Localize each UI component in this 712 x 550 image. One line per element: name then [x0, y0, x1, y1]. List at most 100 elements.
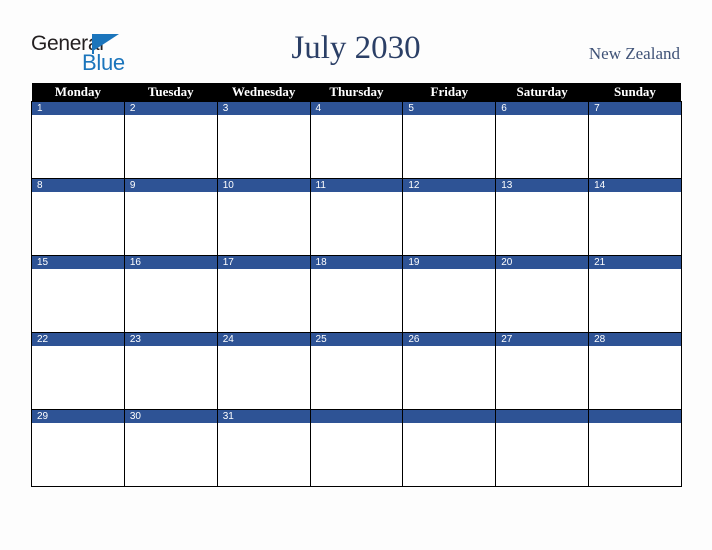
page-header: General Blue July 2030 New Zealand	[0, 0, 712, 83]
calendar-day-cell[interactable]	[495, 409, 590, 487]
day-number: 9	[124, 179, 217, 192]
day-number: 16	[124, 256, 217, 269]
day-events[interactable]	[403, 423, 496, 486]
day-events[interactable]	[589, 115, 681, 178]
day-events[interactable]	[124, 115, 217, 178]
day-events[interactable]	[589, 346, 681, 409]
day-events[interactable]	[589, 192, 681, 255]
day-events[interactable]	[217, 269, 310, 332]
calendar-day-cell[interactable]: 17	[216, 255, 311, 333]
calendar-day-cell[interactable]: 8	[31, 178, 125, 256]
day-events[interactable]	[124, 346, 217, 409]
day-events[interactable]	[32, 269, 124, 332]
weekday-header-thursday: Thursday	[310, 83, 403, 102]
weekday-header-saturday: Saturday	[495, 83, 589, 102]
day-number	[403, 410, 496, 423]
calendar-day-cell[interactable]: 11	[309, 178, 404, 256]
day-number: 18	[310, 256, 403, 269]
day-number: 27	[496, 333, 589, 346]
day-number: 14	[589, 179, 681, 192]
day-number: 21	[589, 256, 681, 269]
calendar-day-cell[interactable]	[309, 409, 404, 487]
day-events[interactable]	[403, 115, 496, 178]
day-number: 13	[496, 179, 589, 192]
calendar-week-row: 8 9 10 11 12 13 14	[31, 178, 682, 256]
day-events[interactable]	[496, 269, 589, 332]
day-number	[496, 410, 589, 423]
day-number: 22	[32, 333, 124, 346]
day-events[interactable]	[32, 423, 124, 486]
calendar-week-row: 22 23 24 25 26 27 28	[31, 332, 682, 410]
day-number: 6	[496, 102, 589, 115]
calendar-day-cell[interactable]	[402, 409, 497, 487]
calendar-day-cell[interactable]: 21	[588, 255, 682, 333]
calendar-day-cell[interactable]: 15	[31, 255, 125, 333]
calendar-day-cell[interactable]: 10	[216, 178, 311, 256]
calendar-day-cell[interactable]: 28	[588, 332, 682, 410]
day-events[interactable]	[310, 423, 403, 486]
day-events[interactable]	[403, 192, 496, 255]
calendar-day-cell[interactable]: 22	[31, 332, 125, 410]
day-number: 3	[217, 102, 310, 115]
calendar-day-cell[interactable]: 14	[588, 178, 682, 256]
calendar-day-cell[interactable]: 29	[31, 409, 125, 487]
calendar-day-cell[interactable]: 9	[123, 178, 218, 256]
day-number: 29	[32, 410, 124, 423]
day-events[interactable]	[217, 423, 310, 486]
day-events[interactable]	[496, 423, 589, 486]
calendar-day-cell[interactable]: 7	[588, 101, 682, 179]
calendar-body: 1 2 3 4 5 6 7 8 9 10 11 12 13 14 15 16 1…	[31, 101, 682, 487]
day-events[interactable]	[496, 346, 589, 409]
day-events[interactable]	[403, 346, 496, 409]
calendar-day-cell[interactable]: 13	[495, 178, 590, 256]
calendar-day-cell[interactable]: 18	[309, 255, 404, 333]
day-events[interactable]	[32, 346, 124, 409]
day-number: 4	[310, 102, 403, 115]
day-events[interactable]	[217, 115, 310, 178]
calendar-container: Monday Tuesday Wednesday Thursday Friday…	[31, 83, 682, 487]
calendar-day-cell[interactable]: 2	[123, 101, 218, 179]
day-events[interactable]	[124, 269, 217, 332]
day-events[interactable]	[124, 192, 217, 255]
day-number: 10	[217, 179, 310, 192]
calendar-day-cell[interactable]: 31	[216, 409, 311, 487]
day-events[interactable]	[217, 192, 310, 255]
calendar-day-cell[interactable]: 30	[123, 409, 218, 487]
day-events[interactable]	[589, 423, 681, 486]
day-events[interactable]	[310, 115, 403, 178]
calendar-day-cell[interactable]: 23	[123, 332, 218, 410]
calendar-day-cell[interactable]: 5	[402, 101, 497, 179]
day-events[interactable]	[310, 192, 403, 255]
day-number: 11	[310, 179, 403, 192]
day-events[interactable]	[403, 269, 496, 332]
calendar-day-cell[interactable]: 12	[402, 178, 497, 256]
calendar-week-row: 29 30 31	[31, 409, 682, 487]
calendar-table: Monday Tuesday Wednesday Thursday Friday…	[31, 83, 682, 487]
calendar-day-cell[interactable]: 16	[123, 255, 218, 333]
day-events[interactable]	[589, 269, 681, 332]
calendar-day-cell[interactable]: 26	[402, 332, 497, 410]
day-events[interactable]	[32, 115, 124, 178]
calendar-day-cell[interactable]: 25	[309, 332, 404, 410]
calendar-day-cell[interactable]	[588, 409, 682, 487]
day-events[interactable]	[310, 346, 403, 409]
day-number: 31	[217, 410, 310, 423]
calendar-day-cell[interactable]: 20	[495, 255, 590, 333]
calendar-day-cell[interactable]: 19	[402, 255, 497, 333]
calendar-day-cell[interactable]: 4	[309, 101, 404, 179]
day-events[interactable]	[496, 192, 589, 255]
day-events[interactable]	[310, 269, 403, 332]
day-events[interactable]	[496, 115, 589, 178]
weekday-header-monday: Monday	[31, 83, 125, 102]
day-number: 26	[403, 333, 496, 346]
calendar-day-cell[interactable]: 1	[31, 101, 125, 179]
calendar-day-cell[interactable]: 6	[495, 101, 590, 179]
day-events[interactable]	[32, 192, 124, 255]
calendar-day-cell[interactable]: 3	[216, 101, 311, 179]
day-events[interactable]	[124, 423, 217, 486]
calendar-day-cell[interactable]: 27	[495, 332, 590, 410]
calendar-day-cell[interactable]: 24	[216, 332, 311, 410]
day-events[interactable]	[217, 346, 310, 409]
weekday-header-wednesday: Wednesday	[217, 83, 311, 102]
calendar-week-row: 1 2 3 4 5 6 7	[31, 101, 682, 179]
